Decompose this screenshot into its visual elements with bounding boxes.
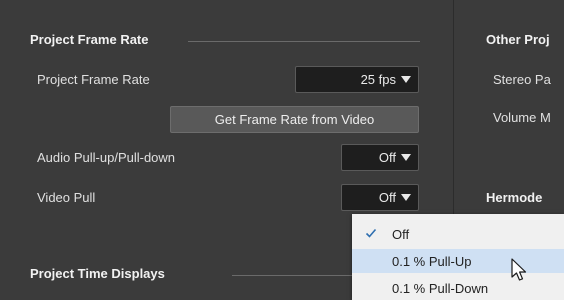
chevron-down-icon	[401, 76, 411, 83]
menu-item-label: 0.1 % Pull-Up	[392, 253, 472, 269]
video-pull-label: Video Pull	[37, 190, 96, 205]
section-title-hermode: Hermode	[486, 190, 543, 205]
section-title-project-frame-rate: Project Frame Rate	[30, 32, 149, 47]
menu-item-pull-up[interactable]: 0.1 % Pull-Up	[352, 249, 564, 273]
chevron-down-icon	[401, 154, 411, 161]
section-rule	[232, 275, 352, 276]
section-rule	[188, 41, 420, 42]
menu-item-off[interactable]: Off	[352, 222, 564, 246]
chevron-down-icon	[401, 194, 411, 201]
get-frame-rate-from-video-button[interactable]: Get Frame Rate from Video	[170, 106, 419, 133]
project-frame-rate-label: Project Frame Rate	[37, 72, 150, 87]
video-pull-value: Off	[378, 190, 396, 205]
checkmark-icon	[365, 228, 377, 238]
project-frame-rate-value: 25 fps	[360, 72, 396, 87]
project-frame-rate-select[interactable]: 25 fps	[295, 66, 419, 93]
video-pull-dropdown-menu: Off 0.1 % Pull-Up 0.1 % Pull-Down	[352, 214, 564, 300]
audio-pull-value: Off	[378, 150, 396, 165]
section-title-project-time-displays: Project Time Displays	[30, 266, 165, 281]
audio-pull-label: Audio Pull-up/Pull-down	[37, 150, 176, 165]
stereo-pan-label: Stereo Pa	[493, 72, 551, 87]
section-title-other-project: Other Proj	[486, 32, 550, 47]
menu-item-label: 0.1 % Pull-Down	[392, 280, 489, 296]
audio-pull-select[interactable]: Off	[341, 144, 419, 171]
menu-item-label: Off	[392, 226, 410, 242]
menu-item-pull-down[interactable]: 0.1 % Pull-Down	[352, 276, 564, 300]
video-pull-select[interactable]: Off	[341, 184, 419, 211]
mouse-pointer-icon	[511, 258, 527, 281]
volume-max-label: Volume M	[493, 110, 551, 125]
